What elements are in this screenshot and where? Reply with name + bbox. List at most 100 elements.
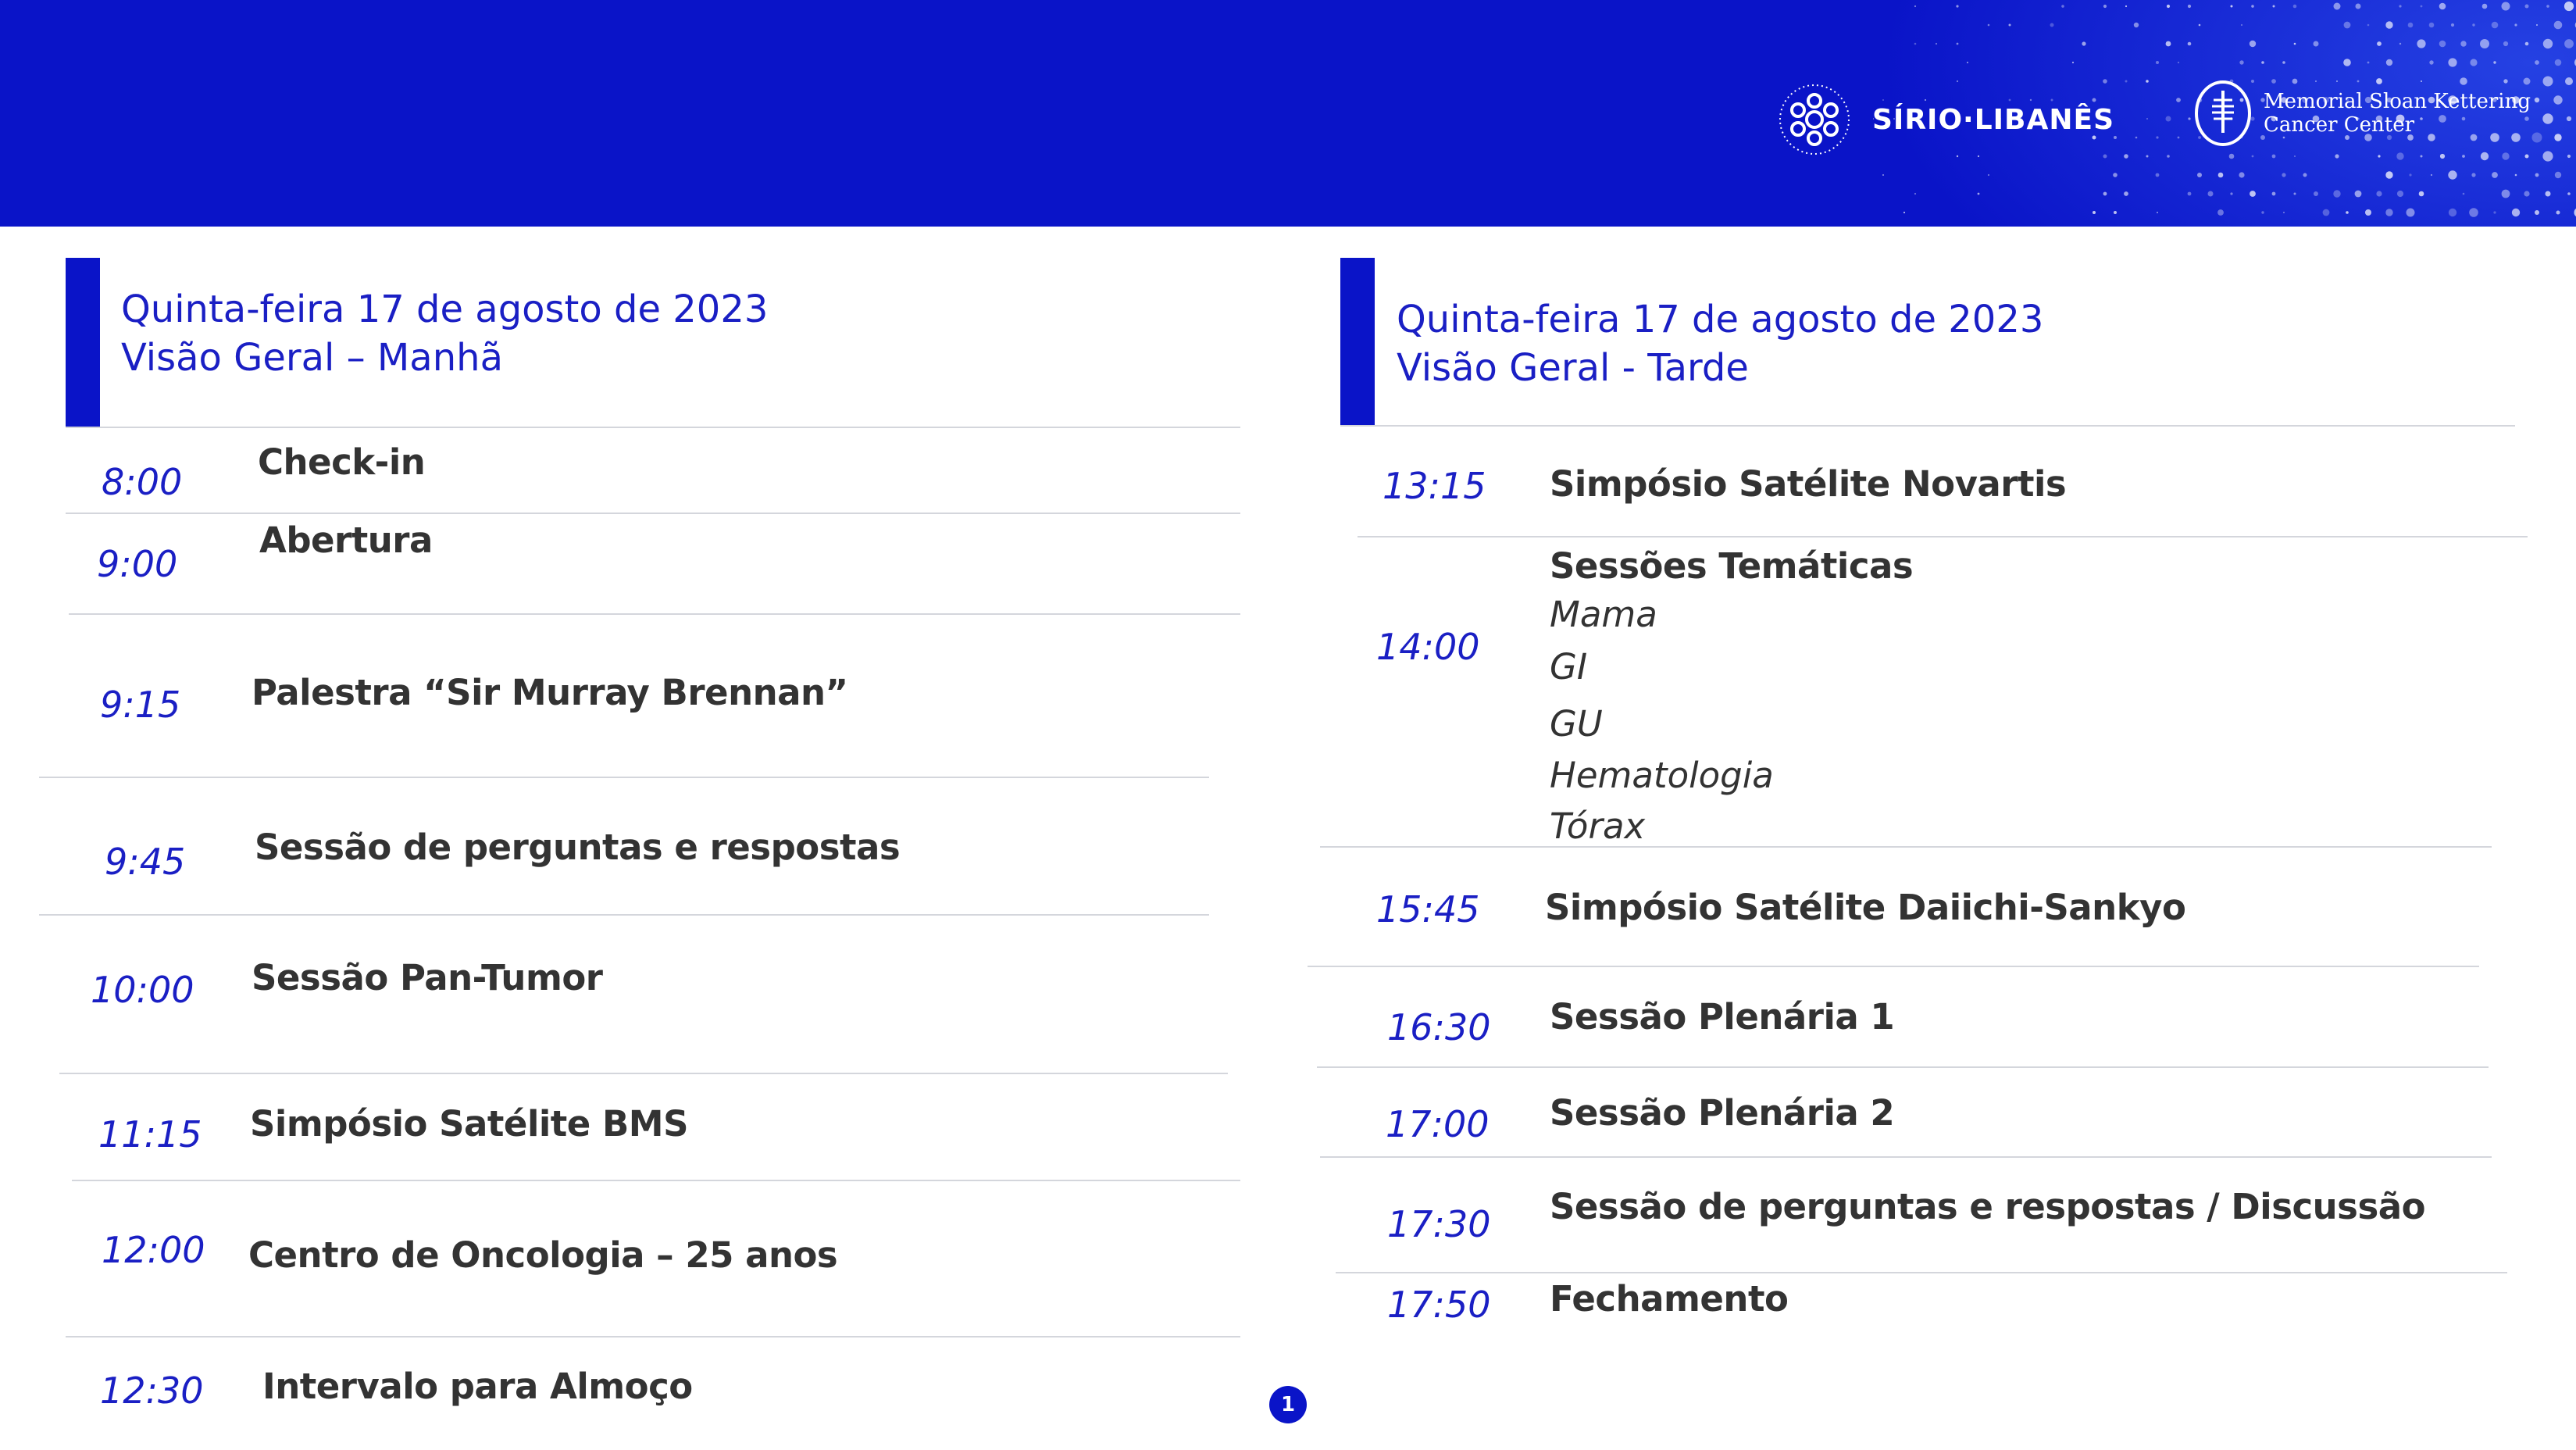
time-label: 17:50 — [1387, 1284, 1491, 1326]
decorative-dot — [2430, 173, 2433, 177]
decorative-dot — [2207, 191, 2214, 197]
decorative-dot — [2514, 23, 2517, 27]
time-label: 9:00 — [97, 543, 178, 585]
decorative-dot — [2531, 132, 2542, 143]
decorative-dot — [2240, 23, 2243, 27]
decorative-dot — [2472, 23, 2475, 27]
decorative-dot — [2511, 208, 2521, 217]
decorative-dot — [2448, 208, 2457, 217]
decorative-dot — [2333, 2, 2341, 10]
divider — [1358, 536, 2528, 538]
decorative-dot — [2146, 80, 2149, 83]
morning-heading: Quinta-feira 17 de agosto de 2023 Visão … — [121, 288, 769, 380]
divider — [1340, 425, 2515, 427]
decorative-dot — [2271, 154, 2276, 159]
decorative-dot — [2125, 80, 2128, 83]
decorative-dot — [2553, 95, 2563, 105]
decorative-dot — [2535, 173, 2539, 177]
decorative-dot — [2346, 211, 2349, 214]
decorative-dot — [1956, 42, 1959, 45]
decorative-dot — [2376, 191, 2382, 197]
time-label: 15:45 — [1376, 888, 1480, 930]
decorative-dot — [2135, 136, 2138, 139]
decorative-dot — [2251, 5, 2254, 8]
decorative-dot — [2536, 24, 2538, 26]
decorative-dot — [1987, 173, 1990, 177]
decorative-dot — [2385, 59, 2393, 66]
header-banner: SÍRIO·LIBANÊS Memorial Sloan Kettering C… — [0, 0, 2576, 227]
decorative-dot — [2125, 5, 2128, 8]
decorative-dot — [2198, 23, 2201, 27]
session-title: Palestra “Sir Murray Brennan” — [252, 672, 848, 713]
decorative-dot — [2354, 190, 2362, 198]
decorative-dot — [1977, 192, 1980, 195]
decorative-dot — [2365, 209, 2371, 216]
decorative-dot — [2377, 41, 2382, 46]
decorative-dot — [2385, 209, 2393, 216]
decorative-dot — [2082, 41, 2086, 46]
decorative-dot — [2420, 5, 2423, 8]
divider — [1320, 1156, 2492, 1158]
decorative-dot — [2409, 173, 2412, 177]
divider — [66, 1336, 1240, 1338]
decorative-dot — [1914, 192, 1917, 195]
decorative-dot — [2503, 41, 2509, 47]
decorative-dot — [2418, 191, 2424, 197]
decorative-dot — [2187, 191, 2192, 196]
decorative-dot — [2165, 116, 2171, 122]
decorative-dot — [2460, 41, 2467, 47]
decorative-dot — [2481, 3, 2488, 9]
decorative-dot — [2167, 155, 2170, 158]
decorative-dot — [2524, 4, 2529, 9]
divider — [72, 1180, 1240, 1181]
decorative-dot — [2230, 192, 2233, 195]
decorative-dot — [2448, 58, 2457, 67]
session-title: Sessões Temáticas — [1550, 545, 1914, 587]
decorative-dot — [2282, 173, 2286, 177]
decorative-dot — [2249, 40, 2257, 48]
decorative-dot — [2071, 61, 2075, 64]
logo-sirio-libanes: SÍRIO·LIBANÊS — [1777, 82, 2114, 157]
decorative-dot — [2502, 152, 2510, 160]
decorative-dot — [2188, 117, 2191, 120]
decorative-dot — [2156, 136, 2159, 139]
decorative-dot — [2251, 155, 2254, 158]
decorative-dot — [2554, 171, 2562, 179]
time-label: 9:45 — [105, 841, 186, 883]
decorative-dot — [2261, 211, 2264, 214]
decorative-dot — [2313, 41, 2319, 47]
decorative-dot — [2272, 5, 2275, 8]
decorative-dot — [2165, 41, 2171, 47]
divider — [1336, 1272, 2507, 1273]
divider — [39, 777, 1209, 778]
decorative-dot — [2250, 191, 2256, 197]
time-label: 10:00 — [91, 969, 194, 1011]
decorative-dot — [2166, 4, 2171, 9]
decorative-dot — [2514, 173, 2517, 177]
decorative-dot — [2176, 98, 2181, 102]
decorative-dot — [2283, 212, 2285, 213]
decorative-dot — [2187, 4, 2192, 9]
decorative-dot — [2439, 40, 2446, 48]
decorative-dot — [2450, 23, 2455, 27]
decorative-dot — [2113, 173, 2118, 177]
decorative-dot — [2124, 191, 2128, 196]
time-label: 16:30 — [1387, 1006, 1491, 1048]
decorative-dot — [2534, 97, 2540, 103]
decorative-dot — [2146, 155, 2149, 158]
afternoon-heading: Quinta-feira 17 de agosto de 2023 Visão … — [1397, 298, 2044, 390]
topic-item: Hematologia — [1550, 755, 1774, 796]
time-label: 13:15 — [1383, 465, 1486, 507]
logo-msk: Memorial Sloan Kettering Cancer Center — [2193, 78, 2531, 148]
decorative-dot — [2271, 191, 2276, 196]
decorative-dot — [2322, 209, 2330, 216]
decorative-dot — [2535, 60, 2539, 65]
session-title: Sessão Pan-Tumor — [252, 957, 603, 998]
decorative-dot — [2114, 211, 2117, 214]
session-title: Sessão de perguntas e respostas — [255, 827, 901, 868]
decorative-dot — [1914, 42, 1917, 45]
time-label: 8:00 — [102, 461, 183, 503]
topic-item: Mama — [1550, 594, 1657, 635]
decorative-dot — [2124, 154, 2128, 159]
sirio-emblem-icon — [1779, 84, 1850, 155]
